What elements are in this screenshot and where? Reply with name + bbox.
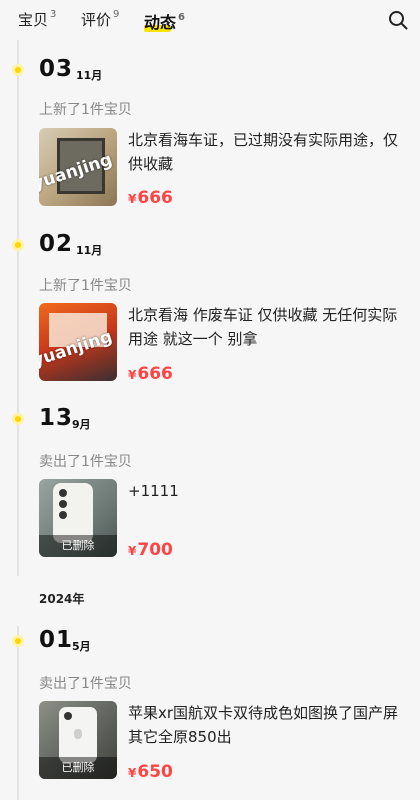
product-price: ¥650 xyxy=(128,762,173,782)
product-description[interactable]: 北京看海车证，已过期没有实际用途，仅供收藏 xyxy=(128,128,403,176)
entry-action: 卖出了1件宝贝 xyxy=(39,454,132,470)
entry-day: 01 xyxy=(39,627,74,653)
phone-image xyxy=(53,483,93,543)
timeline-dot xyxy=(12,635,24,647)
entry-day: 13 xyxy=(39,405,74,431)
deleted-badge: 已删除 xyxy=(39,757,117,779)
tab-reviews[interactable]: 评价 9 xyxy=(81,9,119,30)
currency-symbol: ¥ xyxy=(128,192,137,206)
tab-activity[interactable]: 动态 6 xyxy=(144,9,185,33)
search-icon[interactable] xyxy=(388,10,408,30)
currency-symbol: ¥ xyxy=(128,368,137,382)
tab-activity-label: 动态 xyxy=(144,13,177,32)
product-thumbnail[interactable]: yuanjing xyxy=(39,128,117,206)
entry-action: 卖出了1件宝贝 xyxy=(39,676,132,692)
product-thumbnail[interactable]: yuanjing xyxy=(39,303,117,381)
tab-bar: 宝贝 3 评价 9 动态 6 xyxy=(0,0,420,40)
entry-day: 02 xyxy=(39,231,74,257)
tab-reviews-label: 评价 xyxy=(81,11,112,29)
entry-month: 11月 xyxy=(76,69,103,82)
product-description[interactable]: +1111 xyxy=(128,479,403,503)
product-price: ¥700 xyxy=(128,540,173,560)
tab-items[interactable]: 宝贝 3 xyxy=(18,9,56,30)
product-description[interactable]: 北京看海 作废车证 仅供收藏 无任何实际用途 就这一个 别拿 xyxy=(128,303,403,351)
product-description[interactable]: 苹果xr国航双卡双待成色如图换了国产屏其它全原850出 xyxy=(128,701,403,749)
entry-month: 5月 xyxy=(72,640,91,653)
entry-action: 上新了1件宝贝 xyxy=(39,278,132,294)
tab-reviews-count: 9 xyxy=(113,9,120,20)
timeline-dot xyxy=(12,64,24,76)
product-price: ¥666 xyxy=(128,188,173,208)
entry-action: 上新了1件宝贝 xyxy=(39,102,132,118)
product-price: ¥666 xyxy=(128,364,173,384)
timeline-line xyxy=(17,626,19,800)
timeline-line xyxy=(17,40,19,576)
currency-symbol: ¥ xyxy=(128,766,137,780)
product-thumbnail[interactable]: 已删除 xyxy=(39,701,117,779)
year-label: 2024年 xyxy=(39,592,85,606)
currency-symbol: ¥ xyxy=(128,544,137,558)
price-value: 666 xyxy=(137,364,173,384)
product-thumbnail[interactable]: 已删除 xyxy=(39,479,117,557)
price-value: 700 xyxy=(137,540,173,560)
entry-month: 11月 xyxy=(76,244,103,257)
deleted-badge: 已删除 xyxy=(39,535,117,557)
tab-activity-count: 6 xyxy=(178,11,185,23)
price-value: 666 xyxy=(137,188,173,208)
timeline-dot xyxy=(12,413,24,425)
timeline-dot xyxy=(12,239,24,251)
phone-image xyxy=(59,707,97,763)
tab-items-label: 宝贝 xyxy=(18,11,49,29)
price-value: 650 xyxy=(137,762,173,782)
tab-items-count: 3 xyxy=(50,9,57,20)
entry-month: 9月 xyxy=(72,418,91,431)
entry-day: 03 xyxy=(39,56,74,82)
